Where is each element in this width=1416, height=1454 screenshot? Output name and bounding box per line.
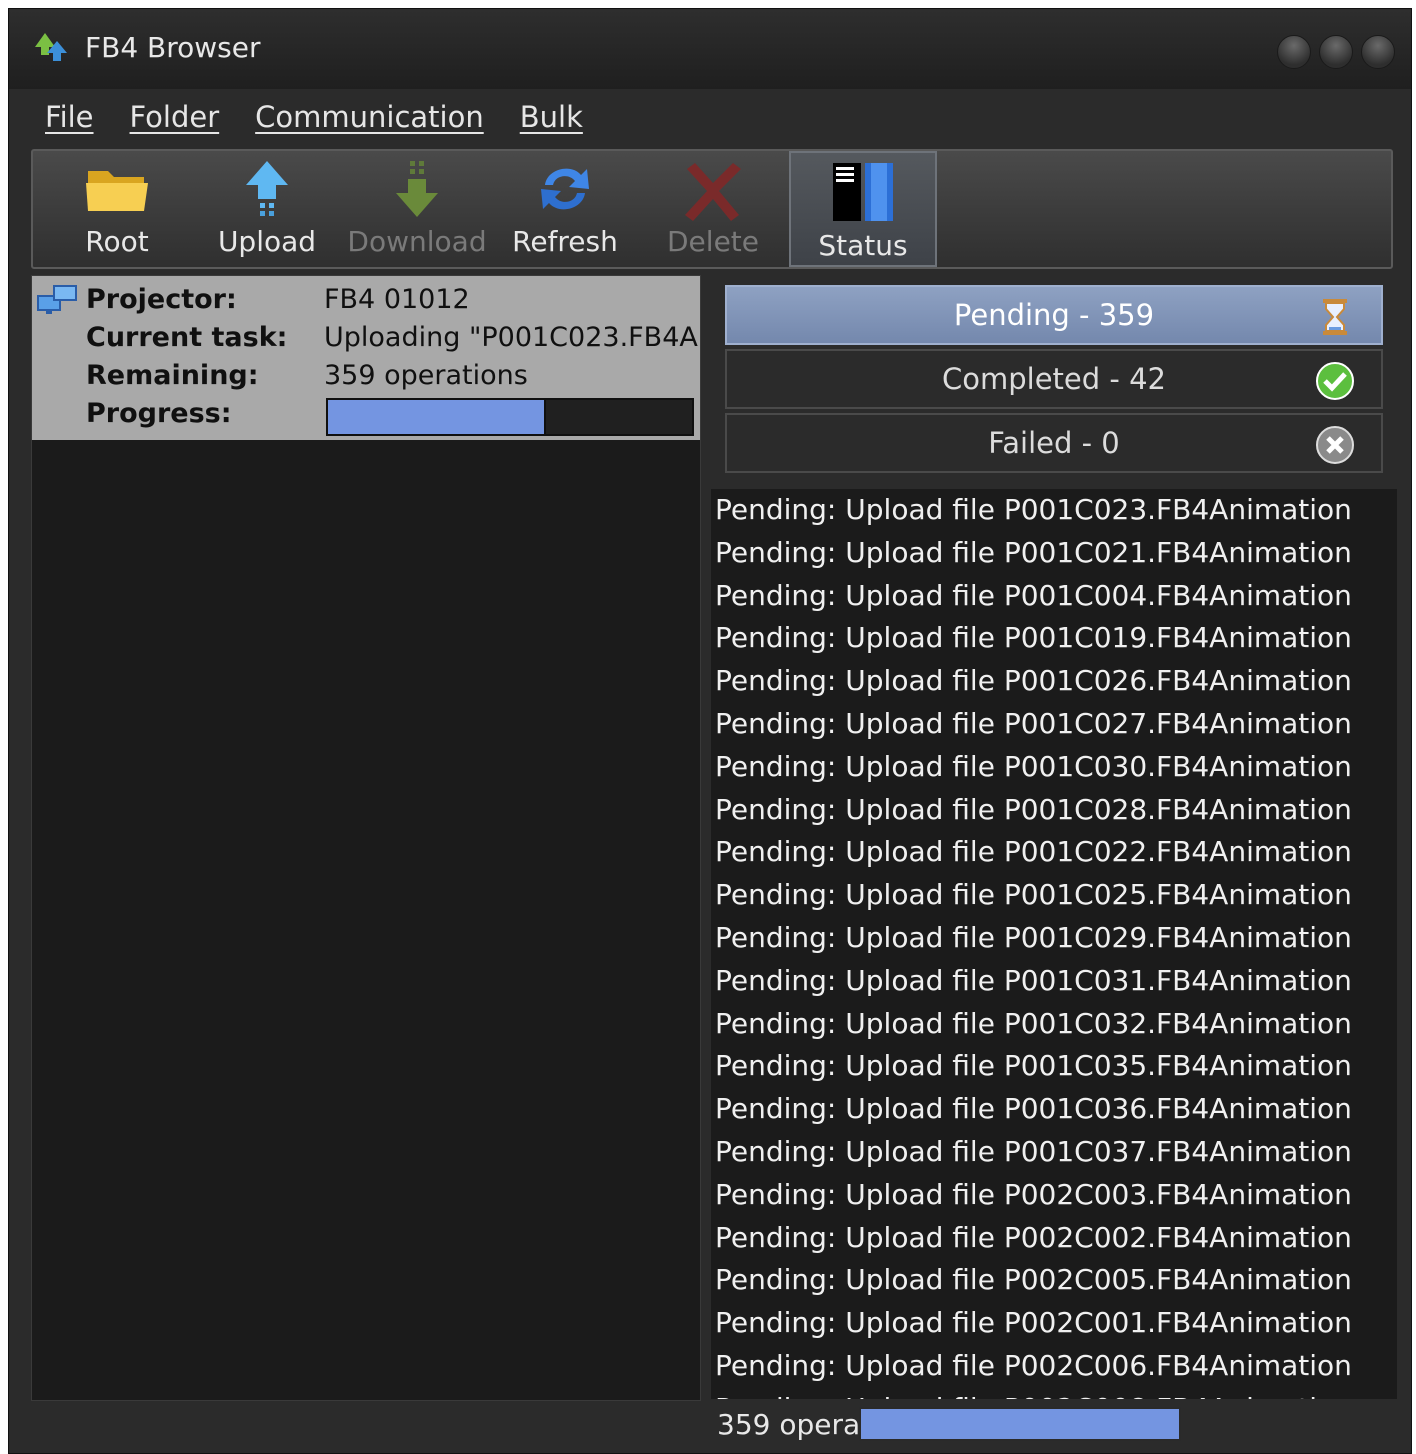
download-label: Download	[347, 225, 487, 258]
x-circle-icon	[1316, 426, 1354, 464]
network-computers-icon	[37, 285, 77, 314]
download-arrow-icon	[396, 161, 438, 217]
refresh-button[interactable]: Refresh	[495, 151, 635, 267]
progress-label: Progress:	[86, 398, 232, 429]
task-progress-fill	[328, 400, 547, 434]
status-panel-icon	[833, 163, 893, 221]
projector-value: FB4 01012	[324, 284, 470, 315]
status-bar-progress	[859, 1407, 1181, 1441]
log-list-item[interactable]: Pending: Upload file P001C036.FB4Animati…	[711, 1088, 1397, 1131]
log-list-item[interactable]: Pending: Upload file P001C026.FB4Animati…	[711, 660, 1397, 703]
log-list-item[interactable]: Pending: Upload file P002C001.FB4Animati…	[711, 1302, 1397, 1345]
refresh-icon	[541, 168, 589, 210]
log-list-item[interactable]: Pending: Upload file P001C022.FB4Animati…	[711, 831, 1397, 874]
log-list-item[interactable]: Pending: Upload file P001C027.FB4Animati…	[711, 703, 1397, 746]
completed-filter-button[interactable]: Completed - 42	[725, 349, 1383, 409]
current-task-label: Current task:	[86, 322, 288, 353]
log-list-item[interactable]: Pending: Upload file P001C025.FB4Animati…	[711, 874, 1397, 917]
upload-arrow-icon	[246, 161, 288, 216]
status-label: Status	[818, 229, 908, 262]
close-button[interactable]	[1361, 35, 1395, 69]
menu-communication[interactable]: Communication	[255, 100, 484, 134]
log-list-item[interactable]: Pending: Upload file P002C003.FB4Animati…	[711, 1174, 1397, 1217]
remaining-label: Remaining:	[86, 360, 259, 391]
hourglass-icon	[1323, 299, 1347, 335]
root-button[interactable]: Root	[47, 151, 187, 267]
window-title: FB4 Browser	[85, 31, 261, 64]
log-list-item[interactable]: Pending: Upload file P001C029.FB4Animati…	[711, 917, 1397, 960]
maximize-button[interactable]	[1319, 35, 1353, 69]
log-list-item[interactable]: Pending: Upload file P001C004.FB4Animati…	[711, 575, 1397, 618]
status-button[interactable]: Status	[789, 151, 937, 267]
check-circle-icon	[1316, 362, 1354, 400]
log-list-item[interactable]: Pending: Upload file P001C031.FB4Animati…	[711, 960, 1397, 1003]
window-controls	[1277, 35, 1395, 69]
remaining-value: 359 operations	[324, 360, 528, 391]
log-list-item[interactable]: Pending: Upload file P002C008.FB4Animati…	[711, 1388, 1397, 1399]
toolbar: Root Upload Download Refresh Delete Stat…	[31, 149, 1393, 269]
folder-icon	[86, 171, 148, 211]
delete-label: Delete	[667, 225, 759, 258]
app-logo-icon	[35, 33, 67, 61]
task-progress-bar	[326, 398, 694, 436]
log-list-item[interactable]: Pending: Upload file P001C030.FB4Animati…	[711, 746, 1397, 789]
pending-filter-button[interactable]: Pending - 359	[725, 285, 1383, 345]
current-task-value: Uploading "P001C023.FB4Animation"	[324, 322, 700, 353]
projector-label: Projector:	[86, 284, 237, 315]
download-button[interactable]: Download	[345, 151, 489, 267]
log-list-item[interactable]: Pending: Upload file P001C028.FB4Animati…	[711, 789, 1397, 832]
failed-filter-button[interactable]: Failed - 0	[725, 413, 1383, 473]
app-window: FB4 Browser File Folder Communication Bu…	[8, 8, 1412, 1454]
refresh-label: Refresh	[512, 225, 618, 258]
log-list-item[interactable]: Pending: Upload file P001C019.FB4Animati…	[711, 617, 1397, 660]
title-bar[interactable]: FB4 Browser	[9, 9, 1411, 89]
root-label: Root	[85, 225, 149, 258]
status-bar: 359 operations	[711, 1401, 1181, 1447]
delete-button[interactable]: Delete	[645, 151, 781, 267]
log-list-item[interactable]: Pending: Upload file P001C032.FB4Animati…	[711, 1003, 1397, 1046]
completed-filter-label: Completed - 42	[942, 362, 1166, 396]
projector-panel: Projector: FB4 01012 Current task: Uploa…	[31, 275, 701, 1401]
log-list-item[interactable]: Pending: Upload file P001C023.FB4Animati…	[711, 489, 1397, 532]
log-list-item[interactable]: Pending: Upload file P002C005.FB4Animati…	[711, 1259, 1397, 1302]
minimize-button[interactable]	[1277, 35, 1311, 69]
failed-filter-label: Failed - 0	[988, 426, 1120, 460]
operations-log-list[interactable]: Pending: Upload file P001C023.FB4Animati…	[711, 489, 1397, 1399]
pending-filter-label: Pending - 359	[953, 298, 1155, 332]
delete-x-icon	[685, 163, 741, 221]
menu-bar: File Folder Communication Bulk	[9, 91, 1411, 143]
upload-label: Upload	[217, 225, 317, 258]
log-list-item[interactable]: Pending: Upload file P001C037.FB4Animati…	[711, 1131, 1397, 1174]
log-list-item[interactable]: Pending: Upload file P002C006.FB4Animati…	[711, 1345, 1397, 1388]
log-list-item[interactable]: Pending: Upload file P002C002.FB4Animati…	[711, 1217, 1397, 1260]
menu-bulk[interactable]: Bulk	[520, 100, 583, 134]
log-list-item[interactable]: Pending: Upload file P001C021.FB4Animati…	[711, 532, 1397, 575]
upload-button[interactable]: Upload	[197, 151, 337, 267]
log-list-item[interactable]: Pending: Upload file P001C035.FB4Animati…	[711, 1045, 1397, 1088]
menu-file[interactable]: File	[45, 100, 94, 134]
menu-folder[interactable]: Folder	[130, 100, 220, 134]
status-bar-text: 359 operations	[717, 1407, 859, 1441]
projector-info: Projector: FB4 01012 Current task: Uploa…	[32, 276, 700, 440]
